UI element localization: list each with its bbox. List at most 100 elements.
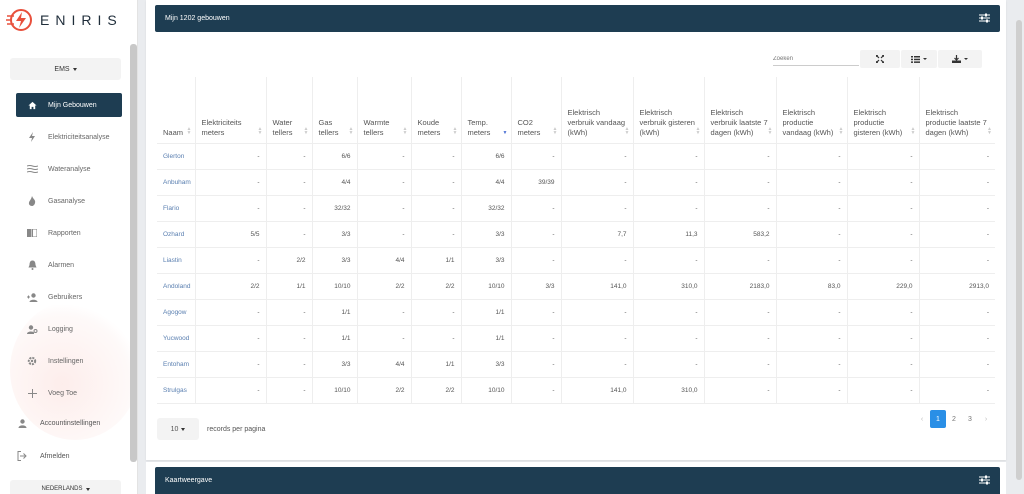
building-name-link[interactable]: Strulgas [157, 376, 196, 404]
table-cell: - [194, 376, 267, 404]
table-cell: - [265, 350, 313, 378]
column-header-label: Elektrisch verbruik vandaag (kWh) [567, 108, 626, 138]
table-cell: 32/32 [311, 194, 358, 222]
building-name-link[interactable]: Flario [157, 194, 196, 222]
records-select[interactable]: 10 [157, 418, 199, 440]
columns-button[interactable] [901, 50, 937, 68]
column-header[interactable]: Naam ▲ ▼ [157, 77, 196, 144]
page-scrollbar[interactable] [1016, 20, 1022, 480]
sidebar-item-voeg-toe[interactable]: Voeg Toe [16, 381, 122, 405]
table-row[interactable]: Flario - -32/32- -32/32- - - - - - - [157, 194, 995, 222]
chevron-down-icon [72, 67, 77, 71]
pager-next-button[interactable]: › [978, 410, 994, 428]
table-cell: 39/39 [510, 168, 562, 196]
sort-icon: ▲ ▼ [303, 125, 309, 136]
column-header-label: Elektrisch productie vandaag (kWh) [782, 108, 834, 138]
column-header[interactable]: Temp. meters ▼ [460, 77, 512, 144]
table-cell: - [632, 246, 705, 274]
building-name-link[interactable]: Ozhard [157, 220, 196, 248]
sidebar-item-rapporten[interactable]: Rapporten [16, 221, 122, 245]
logout-link[interactable]: Afmelden [16, 451, 131, 461]
table-row[interactable]: Yucwood - -1/1- -1/1- - - - - - - [157, 324, 995, 352]
table-cell: 2913,0 [918, 272, 995, 300]
account-settings-label: Accountinstellingen [40, 420, 101, 427]
fullscreen-button[interactable] [860, 50, 900, 68]
bolt-icon [26, 132, 38, 142]
table-cell: 3/3 [460, 220, 512, 248]
table-toolbar [773, 49, 982, 69]
table-cell: 1/1 [311, 298, 358, 326]
building-name-link[interactable]: Yucwood [157, 324, 196, 352]
column-header[interactable]: Elektrisch verbruik laatste 7 dagen (kWh… [703, 77, 777, 144]
column-header[interactable]: CO2 meters ▲ ▼ [510, 77, 562, 144]
column-header[interactable]: Elektrisch productie vandaag (kWh) ▲ ▼ [775, 77, 848, 144]
table-cell: - [194, 246, 267, 274]
table-cell: 2/2 [356, 272, 412, 300]
table-row[interactable]: Strulgas - -10/10 2/2 2/2 10/10-141,0 310,0- - -… [157, 376, 995, 404]
search-input[interactable] [773, 52, 859, 66]
column-header[interactable]: Elektrisch verbruik vandaag (kWh) ▲ ▼ [560, 77, 634, 144]
sidebar-item-alarmen[interactable]: Alarmen [16, 253, 122, 277]
building-name-link[interactable]: Liastin [157, 246, 196, 274]
language-select[interactable]: NEDERLANDS [10, 480, 121, 494]
logo[interactable]: ENIRIS [6, 8, 123, 32]
sidebar-item-mijn-gebouwen[interactable]: Mijn Gebouwen [16, 93, 122, 117]
sidebar-item-instellingen[interactable]: Instellingen [16, 349, 122, 373]
sidebar-scrollbar[interactable] [130, 44, 137, 462]
column-header[interactable]: Warmte tellers ▲ ▼ [356, 77, 412, 144]
column-header-label: Gas tellers [318, 118, 339, 138]
building-name-link[interactable]: Entoham [157, 350, 196, 378]
account-settings-link[interactable]: Accountinstellingen [16, 419, 131, 428]
pager-prev-button[interactable]: ‹ [914, 410, 930, 428]
table-row[interactable]: Ozhard 5/5-3/3- -3/3-7,7 11,3 583,2- - - [157, 220, 995, 248]
sidebar-item-gebruikers[interactable]: Gebruikers [16, 285, 122, 309]
table-cell: - [510, 220, 562, 248]
bell-icon [26, 260, 38, 270]
table-row[interactable]: Anbuham - -4/4- -4/4 39/39- - - - - - [157, 168, 995, 196]
table-cell: - [918, 298, 995, 326]
table-cell: 583,2 [703, 220, 777, 248]
table-cell: - [410, 220, 462, 248]
sliders-icon[interactable] [979, 13, 990, 25]
table-row[interactable]: Andoland 2/2 1/1 10/10 2/2 2/2 10/10 3/3 141,0 31… [157, 272, 995, 300]
pager-page-3[interactable]: 3 [962, 410, 978, 428]
column-header[interactable]: Elektrisch productie gisteren (kWh) ▲ ▼ [846, 77, 920, 144]
table-cell: - [356, 298, 412, 326]
table-cell: - [775, 220, 848, 248]
sidebar-item-elektriciteitsanalyse[interactable]: Elektriciteitsanalyse [16, 125, 122, 149]
sort-icon: ▲ ▼ [695, 125, 701, 136]
sort-icon: ▲ ▼ [402, 125, 408, 136]
chevron-down-icon [964, 58, 968, 60]
table-cell: - [775, 194, 848, 222]
table-row[interactable]: Entoham - -3/3 4/4 1/1 3/3- - - - - - - [157, 350, 995, 378]
column-header[interactable]: Elektrisch productie laatste 7 dagen (kW… [918, 77, 995, 144]
building-name-link[interactable]: Anbuham [157, 168, 196, 196]
column-header[interactable]: Elektrisch verbruik gisteren (kWh) ▲ ▼ [632, 77, 705, 144]
table-cell: - [265, 194, 313, 222]
column-header[interactable]: Koude meters ▲ ▼ [410, 77, 462, 144]
building-name-link[interactable]: Andoland [157, 272, 196, 300]
ems-select[interactable]: EMS [10, 58, 121, 80]
table-row[interactable]: Agogow - -1/1- -1/1- - - - - - - [157, 298, 995, 326]
building-name-link[interactable]: Agogow [157, 298, 196, 326]
sidebar-item-wateranalyse[interactable]: Wateranalyse [16, 157, 122, 181]
building-name-link[interactable]: Glerton [157, 142, 196, 170]
pager-page-1[interactable]: 1 [930, 410, 946, 428]
table-cell: - [356, 324, 412, 352]
column-header[interactable]: Gas tellers ▲ ▼ [311, 77, 358, 144]
table-cell: - [194, 324, 267, 352]
sidebar-item-logging[interactable]: Logging [16, 317, 122, 341]
sliders-icon[interactable] [979, 475, 990, 487]
column-header[interactable]: Elektriciteits meters ▲ ▼ [194, 77, 267, 144]
table-cell: 1/1 [410, 246, 462, 274]
table-cell: - [846, 142, 920, 170]
export-button[interactable] [938, 50, 982, 68]
table-row[interactable]: Glerton - -6/6- -6/6- - - - - - - [157, 142, 995, 170]
pager-page-2[interactable]: 2 [946, 410, 962, 428]
table-row[interactable]: Liastin -2/2 3/3 4/4 1/1 3/3- - - - - - - [157, 246, 995, 274]
chevron-down-icon [923, 58, 927, 60]
column-header[interactable]: Water tellers ▲ ▼ [265, 77, 313, 144]
sidebar-item-gasanalyse[interactable]: Gasanalyse [16, 189, 122, 213]
water-icon [26, 165, 38, 173]
user-plus-icon [26, 292, 38, 302]
